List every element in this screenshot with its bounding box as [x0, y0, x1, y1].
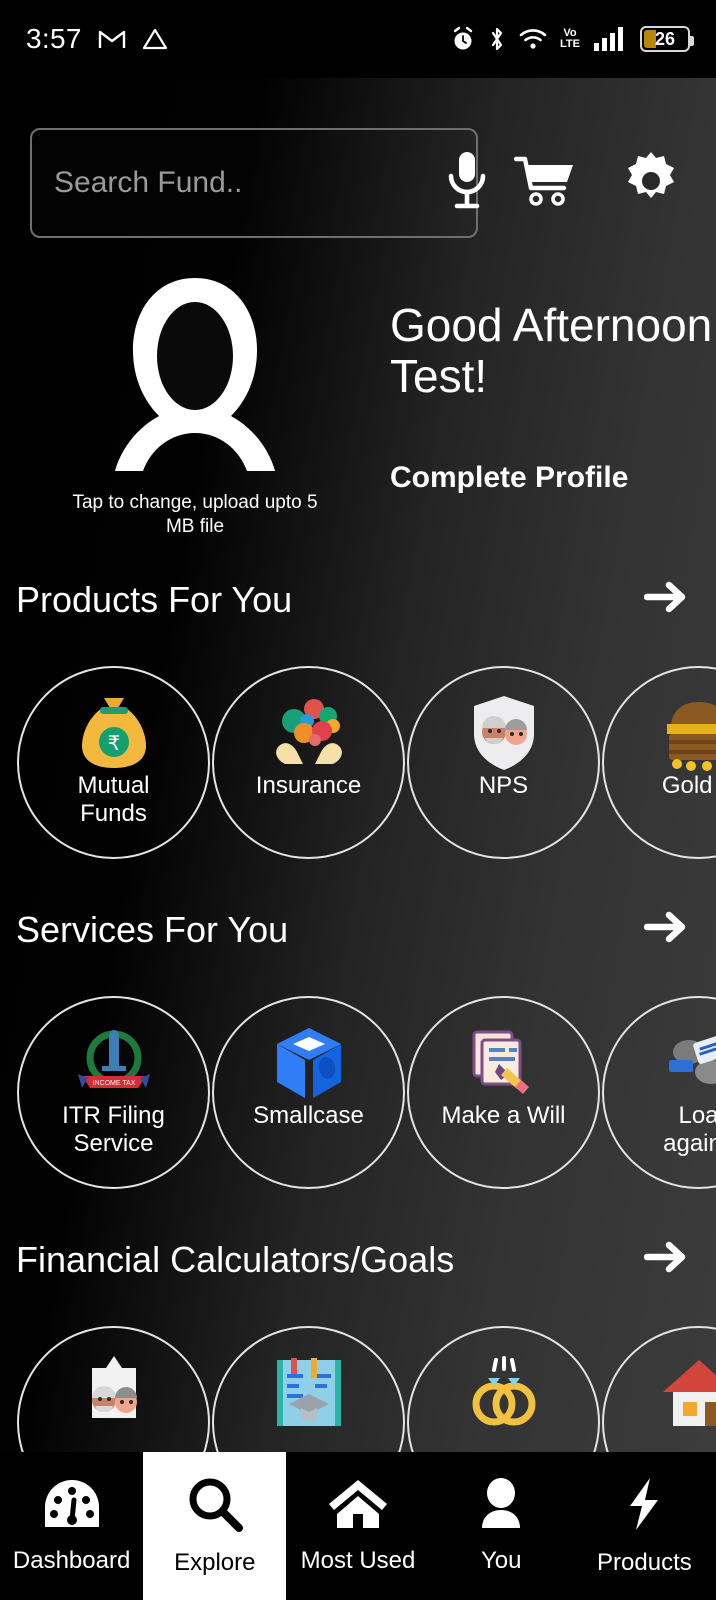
status-bar-right: Vo LTE 26 [451, 26, 694, 52]
nav-item-you[interactable]: You [430, 1452, 573, 1600]
person-user-icon [477, 1477, 525, 1535]
greeting-text: Good Afternoon Test! [390, 299, 713, 402]
service-label: ITR Filing Service [62, 1102, 165, 1157]
cellular-signal-icon [593, 26, 627, 52]
arrow-right-icon[interactable] [643, 578, 688, 621]
documents-pencil-icon [466, 1024, 542, 1102]
avatar-upload-hint: Tap to change, upload upto 5 MB file [72, 492, 318, 537]
smallcase-cube-icon [271, 1024, 347, 1102]
wedding-rings-icon [466, 1354, 542, 1432]
product-label: Gold B [661, 772, 713, 799]
retirement-couple-icon [76, 1354, 152, 1432]
shopping-cart-icon[interactable] [513, 153, 578, 214]
battery-icon: 26 [640, 26, 694, 52]
search-row [0, 128, 716, 238]
income-tax-department-emblem-icon: INCOME TAX [76, 1024, 152, 1102]
nav-item-most-used[interactable]: Most Used [286, 1452, 429, 1600]
profile-section: Tap to change, upload upto 5 MB file Goo… [0, 272, 716, 539]
nav-item-explore[interactable]: Explore [143, 1452, 287, 1600]
user-avatar-placeholder[interactable] [90, 272, 300, 477]
section-header-calculators: Financial Calculators/Goals [0, 1238, 716, 1281]
volte-icon: Vo LTE [560, 27, 580, 50]
product-label: Mutual Funds [77, 772, 150, 827]
product-item[interactable]: Insurance [211, 666, 406, 859]
product-label: Insurance [255, 772, 362, 799]
service-label: Make a Will [441, 1102, 566, 1129]
nav-item-dashboard[interactable]: Dashboard [0, 1452, 143, 1600]
speedometer-gauge-icon [43, 1478, 101, 1535]
product-item[interactable]: ₹ Mutual Funds [16, 666, 211, 859]
section-header-services: Services For You [0, 908, 716, 951]
house-home-icon [661, 1354, 716, 1432]
nav-label: Dashboard [12, 1546, 131, 1574]
search-bar[interactable] [30, 128, 486, 238]
nav-label: Most Used [300, 1546, 416, 1574]
bottom-navigation-bar: Dashboard Explore Most Used You Products [0, 1452, 716, 1600]
gear-icon[interactable] [620, 150, 682, 217]
status-bar: 3:57 Vo LTE 26 [0, 0, 716, 78]
gmail-icon [98, 28, 126, 50]
service-item[interactable]: INCOME TAX ITR Filing Service [16, 996, 211, 1189]
wifi-icon [519, 27, 547, 51]
service-item[interactable]: Smallcase [211, 996, 406, 1189]
product-label: NPS [478, 772, 529, 799]
home-house-icon [327, 1478, 389, 1535]
profile-text-block: Good Afternoon Test! Complete Profile [390, 272, 716, 539]
section-title: Products For You [16, 578, 293, 620]
service-label: Smallcase [253, 1102, 364, 1129]
education-book-graduation-icon [271, 1354, 347, 1432]
svg-text:₹: ₹ [107, 733, 120, 755]
shield-elderly-couple-icon [466, 694, 542, 772]
section-header-products: Products For You [0, 578, 716, 621]
services-row[interactable]: INCOME TAX ITR Filing Service Smallcase … [0, 996, 716, 1189]
magnifier-search-icon [187, 1476, 243, 1537]
arrow-right-icon[interactable] [643, 1238, 688, 1281]
status-bar-clock: 3:57 [26, 23, 82, 54]
status-bar-left: 3:57 [26, 23, 168, 55]
service-label: Loa agains [663, 1102, 716, 1157]
complete-profile-link[interactable]: Complete Profile [390, 461, 716, 495]
drive-icon [142, 27, 168, 51]
app-screen: 3:57 Vo LTE 26 Search Fund.. Tap to chan… [0, 0, 716, 1600]
nav-item-products[interactable]: Products [573, 1452, 716, 1600]
money-bag-rupee-icon: ₹ [76, 694, 152, 772]
products-row[interactable]: ₹ Mutual Funds Insurance NPS Gold [0, 666, 716, 859]
lightning-bolt-icon [624, 1476, 664, 1537]
treasure-chest-gold-icon [661, 694, 716, 772]
section-title: Services For You [16, 908, 289, 950]
arrow-right-icon[interactable] [643, 908, 688, 951]
bluetooth-icon [488, 26, 506, 52]
svg-text:INCOME TAX: INCOME TAX [92, 1080, 135, 1087]
hands-holding-icons-icon [271, 694, 347, 772]
alarm-icon [451, 26, 475, 52]
product-item[interactable]: Gold B [601, 666, 716, 859]
service-item[interactable]: Make a Will [406, 996, 601, 1189]
nav-label: You [480, 1546, 522, 1574]
search-input[interactable] [54, 166, 440, 200]
nav-label: Products [597, 1548, 692, 1576]
section-title: Financial Calculators/Goals [16, 1238, 455, 1280]
loan-against-securities-icon [661, 1024, 716, 1102]
product-item[interactable]: NPS [406, 666, 601, 859]
service-item[interactable]: Loa agains [601, 996, 716, 1189]
nav-label: Explore [174, 1548, 256, 1576]
microphone-icon[interactable] [440, 148, 494, 219]
profile-avatar-block[interactable]: Tap to change, upload upto 5 MB file [0, 272, 390, 539]
battery-percent: 26 [654, 28, 676, 49]
